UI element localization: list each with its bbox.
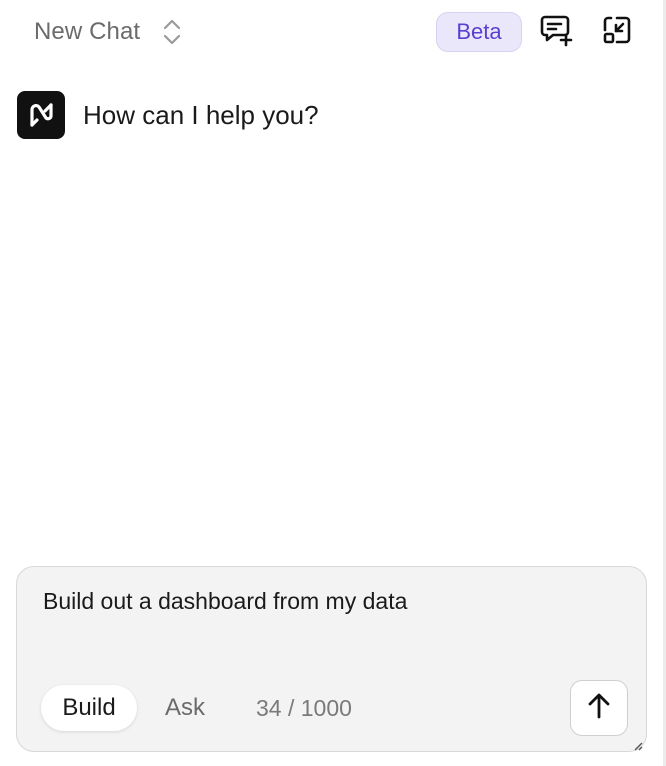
message-plus-icon (539, 13, 573, 52)
mode-ask-button[interactable]: Ask (147, 685, 223, 731)
chat-header: New Chat Beta (0, 0, 660, 64)
chat-title: New Chat (34, 18, 141, 45)
resize-handle[interactable] (633, 738, 643, 751)
message-composer: Build out a dashboard from my data Build… (16, 566, 647, 752)
minimize-button[interactable] (599, 14, 635, 50)
assistant-message: How can I help you? (17, 91, 319, 139)
message-input[interactable]: Build out a dashboard from my data (43, 585, 603, 617)
arrow-up-icon (586, 692, 612, 725)
chat-panel: New Chat Beta How can I help you? Build … (0, 0, 666, 766)
send-button[interactable] (570, 680, 628, 736)
assistant-greeting: How can I help you? (83, 99, 319, 130)
beta-badge: Beta (436, 12, 522, 52)
character-count: 34 / 1000 (256, 695, 352, 721)
chat-selector[interactable]: New Chat (34, 14, 182, 50)
new-chat-button[interactable] (538, 14, 574, 50)
minimize-window-icon (602, 15, 632, 50)
mode-build-button[interactable]: Build (41, 685, 137, 731)
assistant-logo-icon (17, 91, 65, 139)
chevron-up-down-icon (162, 17, 182, 47)
